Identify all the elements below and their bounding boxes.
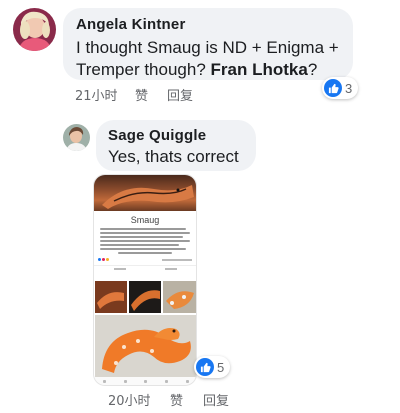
- reply-button[interactable]: 回复: [203, 390, 229, 409]
- comment-bubble-sage: Sage Quiggle Yes, thats correct: [96, 120, 256, 171]
- comment-time[interactable]: 21小时: [75, 85, 135, 104]
- comment-actions: 20小时 赞 回复: [108, 390, 229, 409]
- avatar-sage[interactable]: [63, 124, 90, 151]
- reaction-count: 3: [345, 80, 353, 96]
- comment-author[interactable]: Angela Kintner: [76, 16, 185, 33]
- attachment-nav-bar: [94, 377, 196, 385]
- attachment-text-lines: [100, 228, 190, 254]
- comment-text: Yes, thats correct: [108, 147, 239, 166]
- comment-author[interactable]: Sage Quiggle: [108, 127, 206, 144]
- attached-screenshot-image[interactable]: Smaug: [93, 174, 197, 386]
- gecko-photo-grid: [94, 281, 196, 385]
- like-button[interactable]: 赞: [135, 85, 167, 104]
- mention-link[interactable]: Fran Lhotka: [211, 60, 308, 79]
- gecko-header-photo: [94, 175, 196, 211]
- reaction-summary[interactable]: 5: [194, 356, 231, 378]
- reaction-count: 5: [217, 359, 225, 375]
- like-button[interactable]: 赞: [170, 390, 203, 409]
- reaction-summary[interactable]: 3: [322, 77, 359, 99]
- like-reaction-icon: [324, 79, 342, 97]
- attachment-title: Smaug: [130, 215, 160, 225]
- comment-bubble-angela: Angela Kintner I thought Smaug is ND + E…: [63, 8, 353, 80]
- comment-actions: 21小时 赞 回复: [75, 85, 193, 104]
- like-reaction-icon: [196, 358, 214, 376]
- avatar-angela[interactable]: [13, 8, 56, 51]
- comment-text: I thought Smaug is ND + Enigma + Tremper…: [76, 37, 348, 81]
- comment-text-end: ?: [307, 60, 318, 79]
- attachment-meta: [98, 258, 192, 261]
- attachment-actions: [94, 265, 196, 270]
- comment-time[interactable]: 20小时: [108, 390, 170, 409]
- reply-button[interactable]: 回复: [167, 85, 193, 104]
